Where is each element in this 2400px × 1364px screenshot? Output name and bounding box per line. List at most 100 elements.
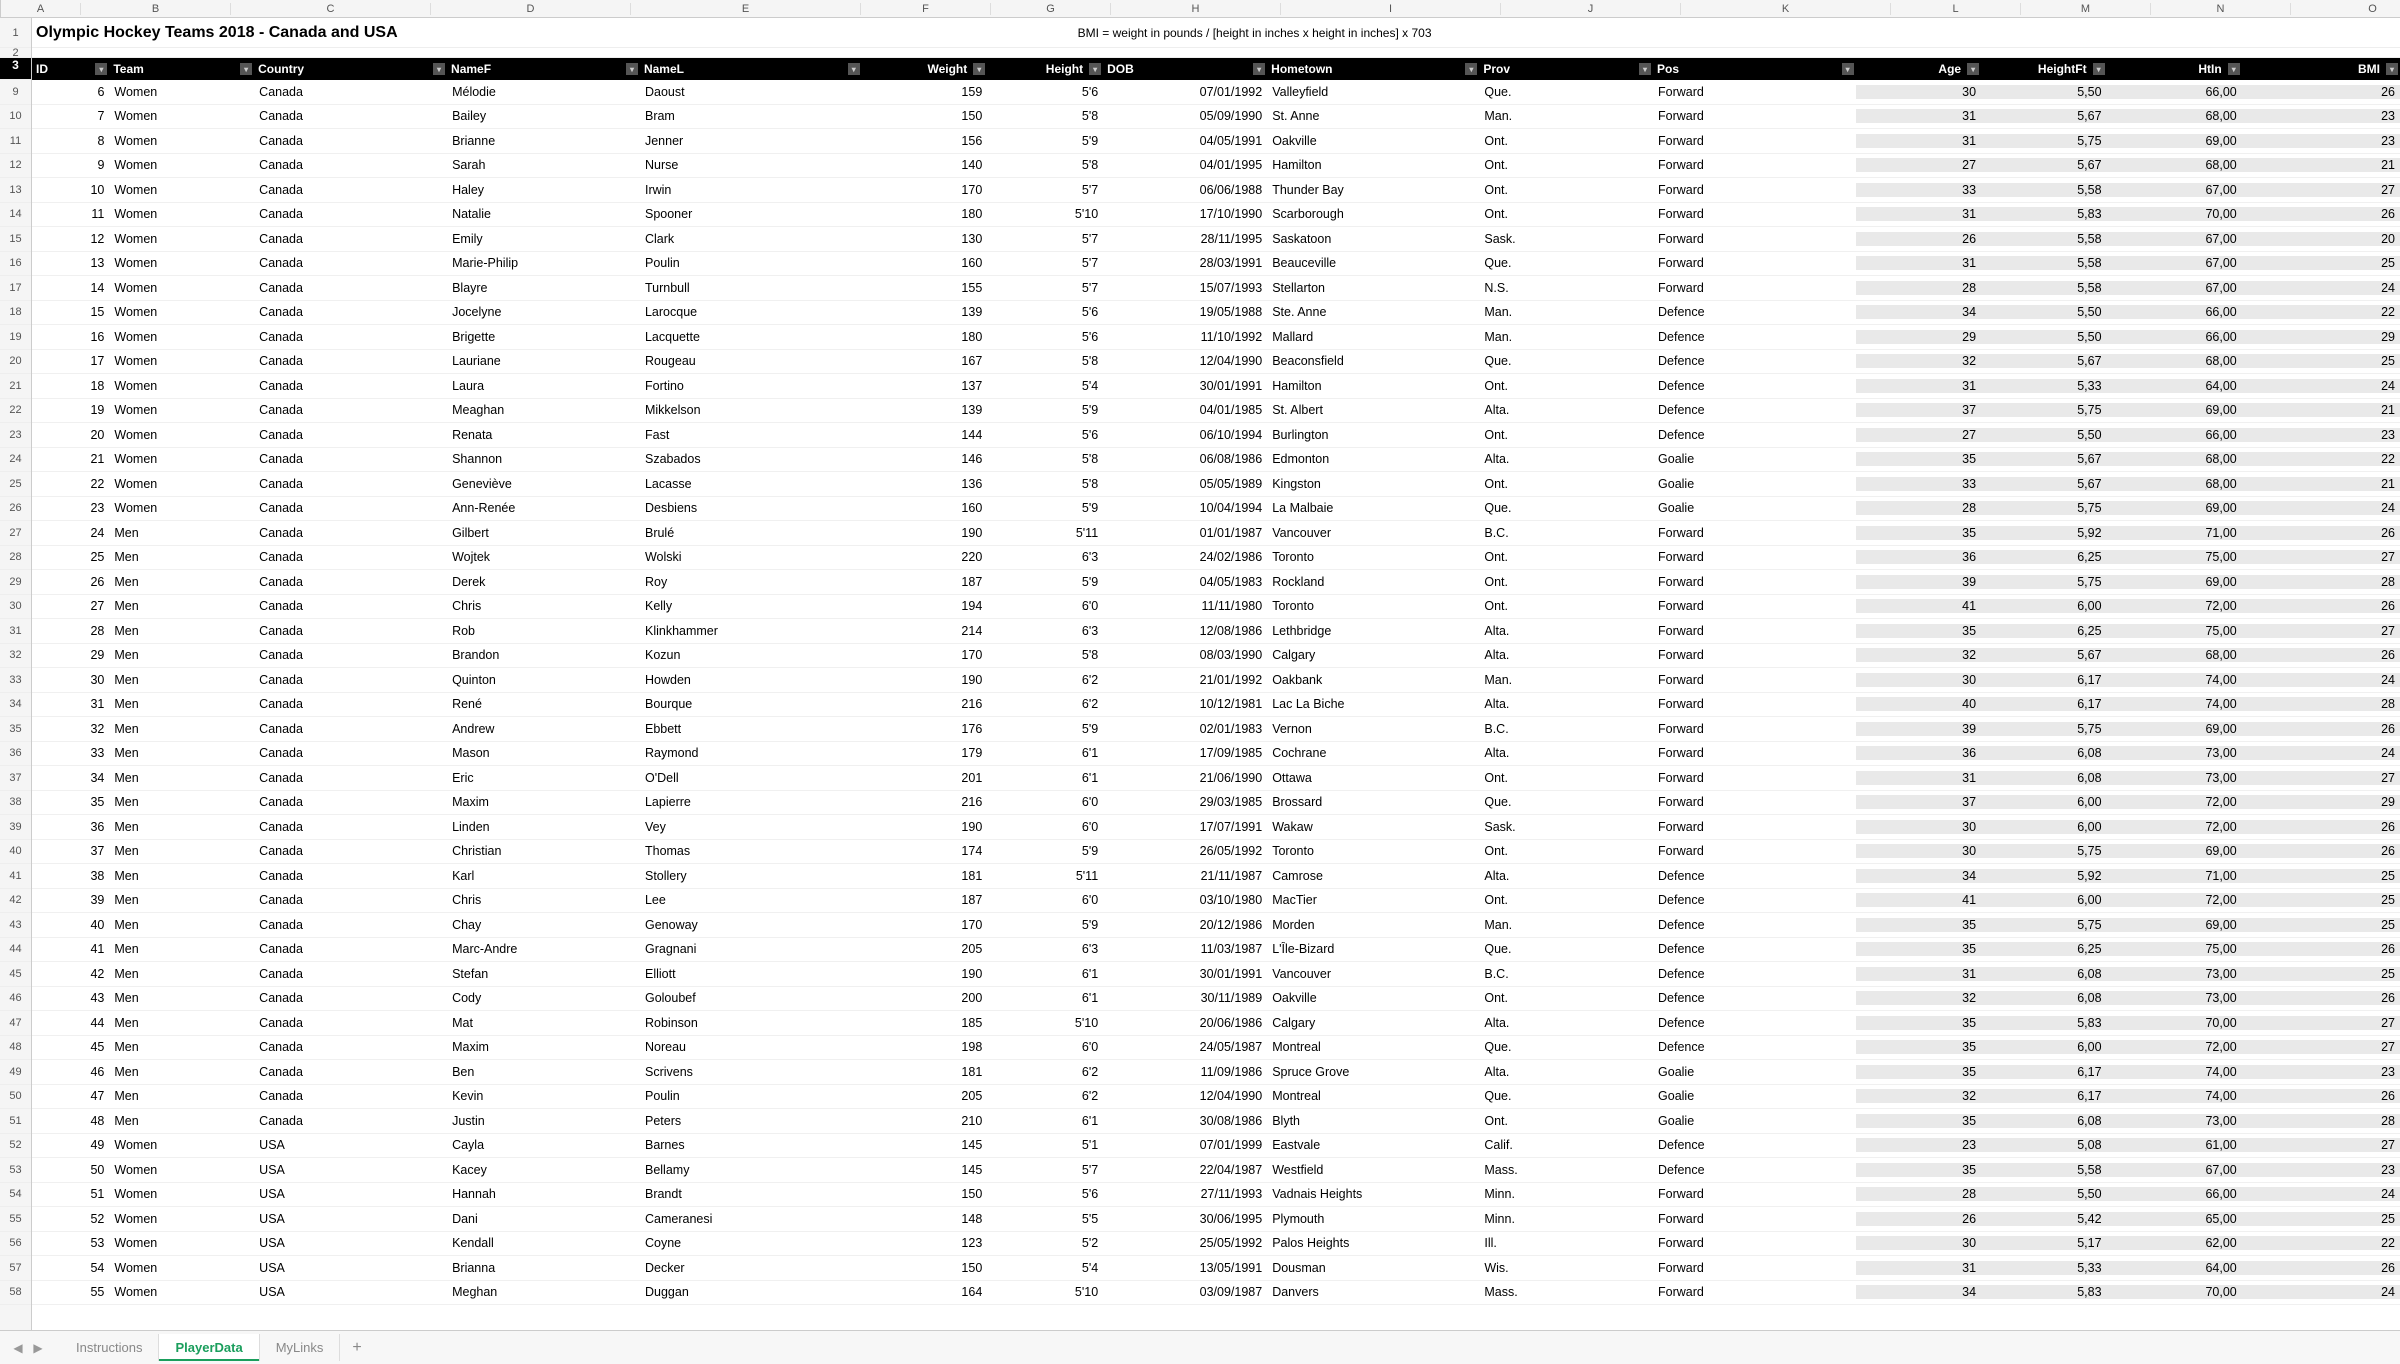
row-header-58[interactable]: 58 (0, 1281, 31, 1306)
cell[interactable]: 130 (862, 232, 988, 246)
cell[interactable]: 21/01/1992 (1103, 673, 1267, 687)
cell[interactable]: Oakbank (1267, 673, 1479, 687)
cell[interactable]: Women (109, 305, 254, 319)
cell[interactable]: Goalie (1653, 477, 1856, 491)
cell[interactable]: 30/01/1991 (1103, 379, 1267, 393)
cell[interactable]: Cochrane (1267, 746, 1479, 760)
cell[interactable]: 187 (862, 893, 988, 907)
cell[interactable]: Forward (1653, 648, 1856, 662)
cell[interactable]: 01/01/1987 (1103, 526, 1267, 540)
cell[interactable]: Lee (640, 893, 862, 907)
row-header-21[interactable]: 21 (0, 374, 31, 399)
cell[interactable]: Hamilton (1267, 379, 1479, 393)
cell[interactable]: 26 (2242, 526, 2400, 540)
cell[interactable]: 30 (1856, 85, 1982, 99)
filter-dropdown-icon[interactable] (95, 63, 107, 75)
cell[interactable]: 179 (862, 746, 988, 760)
cell[interactable]: 5,58 (1981, 256, 2107, 270)
cell[interactable]: Que. (1479, 354, 1653, 368)
cell[interactable]: Ont. (1479, 991, 1653, 1005)
cell[interactable]: 136 (862, 477, 988, 491)
cell[interactable]: Canada (254, 771, 447, 785)
table-row[interactable]: 23WomenCanadaAnn-RenéeDesbiens1605'910/0… (32, 497, 2400, 522)
cell[interactable]: Canada (254, 550, 447, 564)
cell[interactable]: 42 (32, 967, 109, 981)
cell[interactable]: 11/03/1987 (1103, 942, 1267, 956)
cell[interactable]: Forward (1653, 844, 1856, 858)
sheet-tab-mylinks[interactable]: MyLinks (260, 1334, 341, 1361)
cell[interactable]: 190 (862, 967, 988, 981)
cell[interactable]: Defence (1653, 379, 1856, 393)
cell[interactable]: Canada (254, 256, 447, 270)
cell[interactable]: Brigette (447, 330, 640, 344)
cell[interactable]: 44 (32, 1016, 109, 1030)
cell[interactable]: La Malbaie (1267, 501, 1479, 515)
cell[interactable]: Men (109, 599, 254, 613)
cell[interactable]: 15/07/1993 (1103, 281, 1267, 295)
cell[interactable]: 10/04/1994 (1103, 501, 1267, 515)
row-header-38[interactable]: 38 (0, 791, 31, 816)
cell[interactable]: Men (109, 991, 254, 1005)
cell[interactable]: Goalie (1653, 1114, 1856, 1128)
cell[interactable]: 35 (32, 795, 109, 809)
cell[interactable]: 35 (1856, 918, 1982, 932)
row-header-31[interactable]: 31 (0, 619, 31, 644)
cell[interactable]: Canada (254, 820, 447, 834)
cell[interactable]: 24/02/1986 (1103, 550, 1267, 564)
cell[interactable]: Oakville (1267, 991, 1479, 1005)
cell[interactable]: 19 (32, 403, 109, 417)
cell[interactable]: 5'7 (987, 1163, 1103, 1177)
header-cell-heightft[interactable]: HeightFt (1981, 58, 2107, 80)
cell[interactable]: 160 (862, 256, 988, 270)
cell[interactable]: 29 (1856, 330, 1982, 344)
cell[interactable]: Que. (1479, 1040, 1653, 1054)
cell[interactable]: 29 (2242, 330, 2400, 344)
cell[interactable]: 26 (2242, 991, 2400, 1005)
cell[interactable]: 66,00 (2107, 85, 2242, 99)
header-cell-dob[interactable]: DOB (1103, 58, 1267, 80)
cell[interactable]: Forward (1653, 526, 1856, 540)
cell[interactable]: 34 (1856, 305, 1982, 319)
cell[interactable]: Canada (254, 232, 447, 246)
cell[interactable]: Vey (640, 820, 862, 834)
cell[interactable]: 34 (32, 771, 109, 785)
cell[interactable]: 52 (32, 1212, 109, 1226)
cell[interactable]: Defence (1653, 1163, 1856, 1177)
cell[interactable]: Sask. (1479, 232, 1653, 246)
row-header-10[interactable]: 10 (0, 105, 31, 130)
cell[interactable]: Men (109, 697, 254, 711)
cell[interactable]: 180 (862, 330, 988, 344)
cell[interactable]: 34 (1856, 1285, 1982, 1299)
filter-dropdown-icon[interactable] (1089, 63, 1101, 75)
cell[interactable]: 5,50 (1981, 305, 2107, 319)
cell[interactable]: Kozun (640, 648, 862, 662)
cell[interactable]: USA (254, 1163, 447, 1177)
filter-dropdown-icon[interactable] (1253, 63, 1265, 75)
cell[interactable]: 27 (2242, 624, 2400, 638)
cell[interactable]: Toronto (1267, 550, 1479, 564)
cell[interactable]: Men (109, 942, 254, 956)
cell[interactable]: 6'1 (987, 746, 1103, 760)
cell[interactable]: Desbiens (640, 501, 862, 515)
cell[interactable]: Brandt (640, 1187, 862, 1201)
filter-dropdown-icon[interactable] (2386, 63, 2398, 75)
cell[interactable]: 9 (32, 158, 109, 172)
cell[interactable]: Ont. (1479, 134, 1653, 148)
cell[interactable]: 75,00 (2107, 550, 2242, 564)
cell[interactable]: 18 (32, 379, 109, 393)
table-row[interactable]: 13WomenCanadaMarie-PhilipPoulin1605'728/… (32, 252, 2400, 277)
row-header-47[interactable]: 47 (0, 1011, 31, 1036)
column-header-G[interactable]: G (991, 3, 1111, 15)
table-row[interactable]: 47MenCanadaKevinPoulin2056'212/04/1990Mo… (32, 1085, 2400, 1110)
cell[interactable]: Forward (1653, 85, 1856, 99)
cell[interactable]: 6,17 (1981, 697, 2107, 711)
row-header-19[interactable]: 19 (0, 325, 31, 350)
cell[interactable]: 17/10/1990 (1103, 207, 1267, 221)
cell[interactable]: 69,00 (2107, 403, 2242, 417)
cell[interactable]: Edmonton (1267, 452, 1479, 466)
header-cell-bmi[interactable]: BMI (2242, 58, 2400, 80)
row-header-14[interactable]: 14 (0, 203, 31, 228)
cell[interactable]: 5,58 (1981, 183, 2107, 197)
column-header-C[interactable]: C (231, 3, 431, 15)
cell[interactable]: 139 (862, 305, 988, 319)
